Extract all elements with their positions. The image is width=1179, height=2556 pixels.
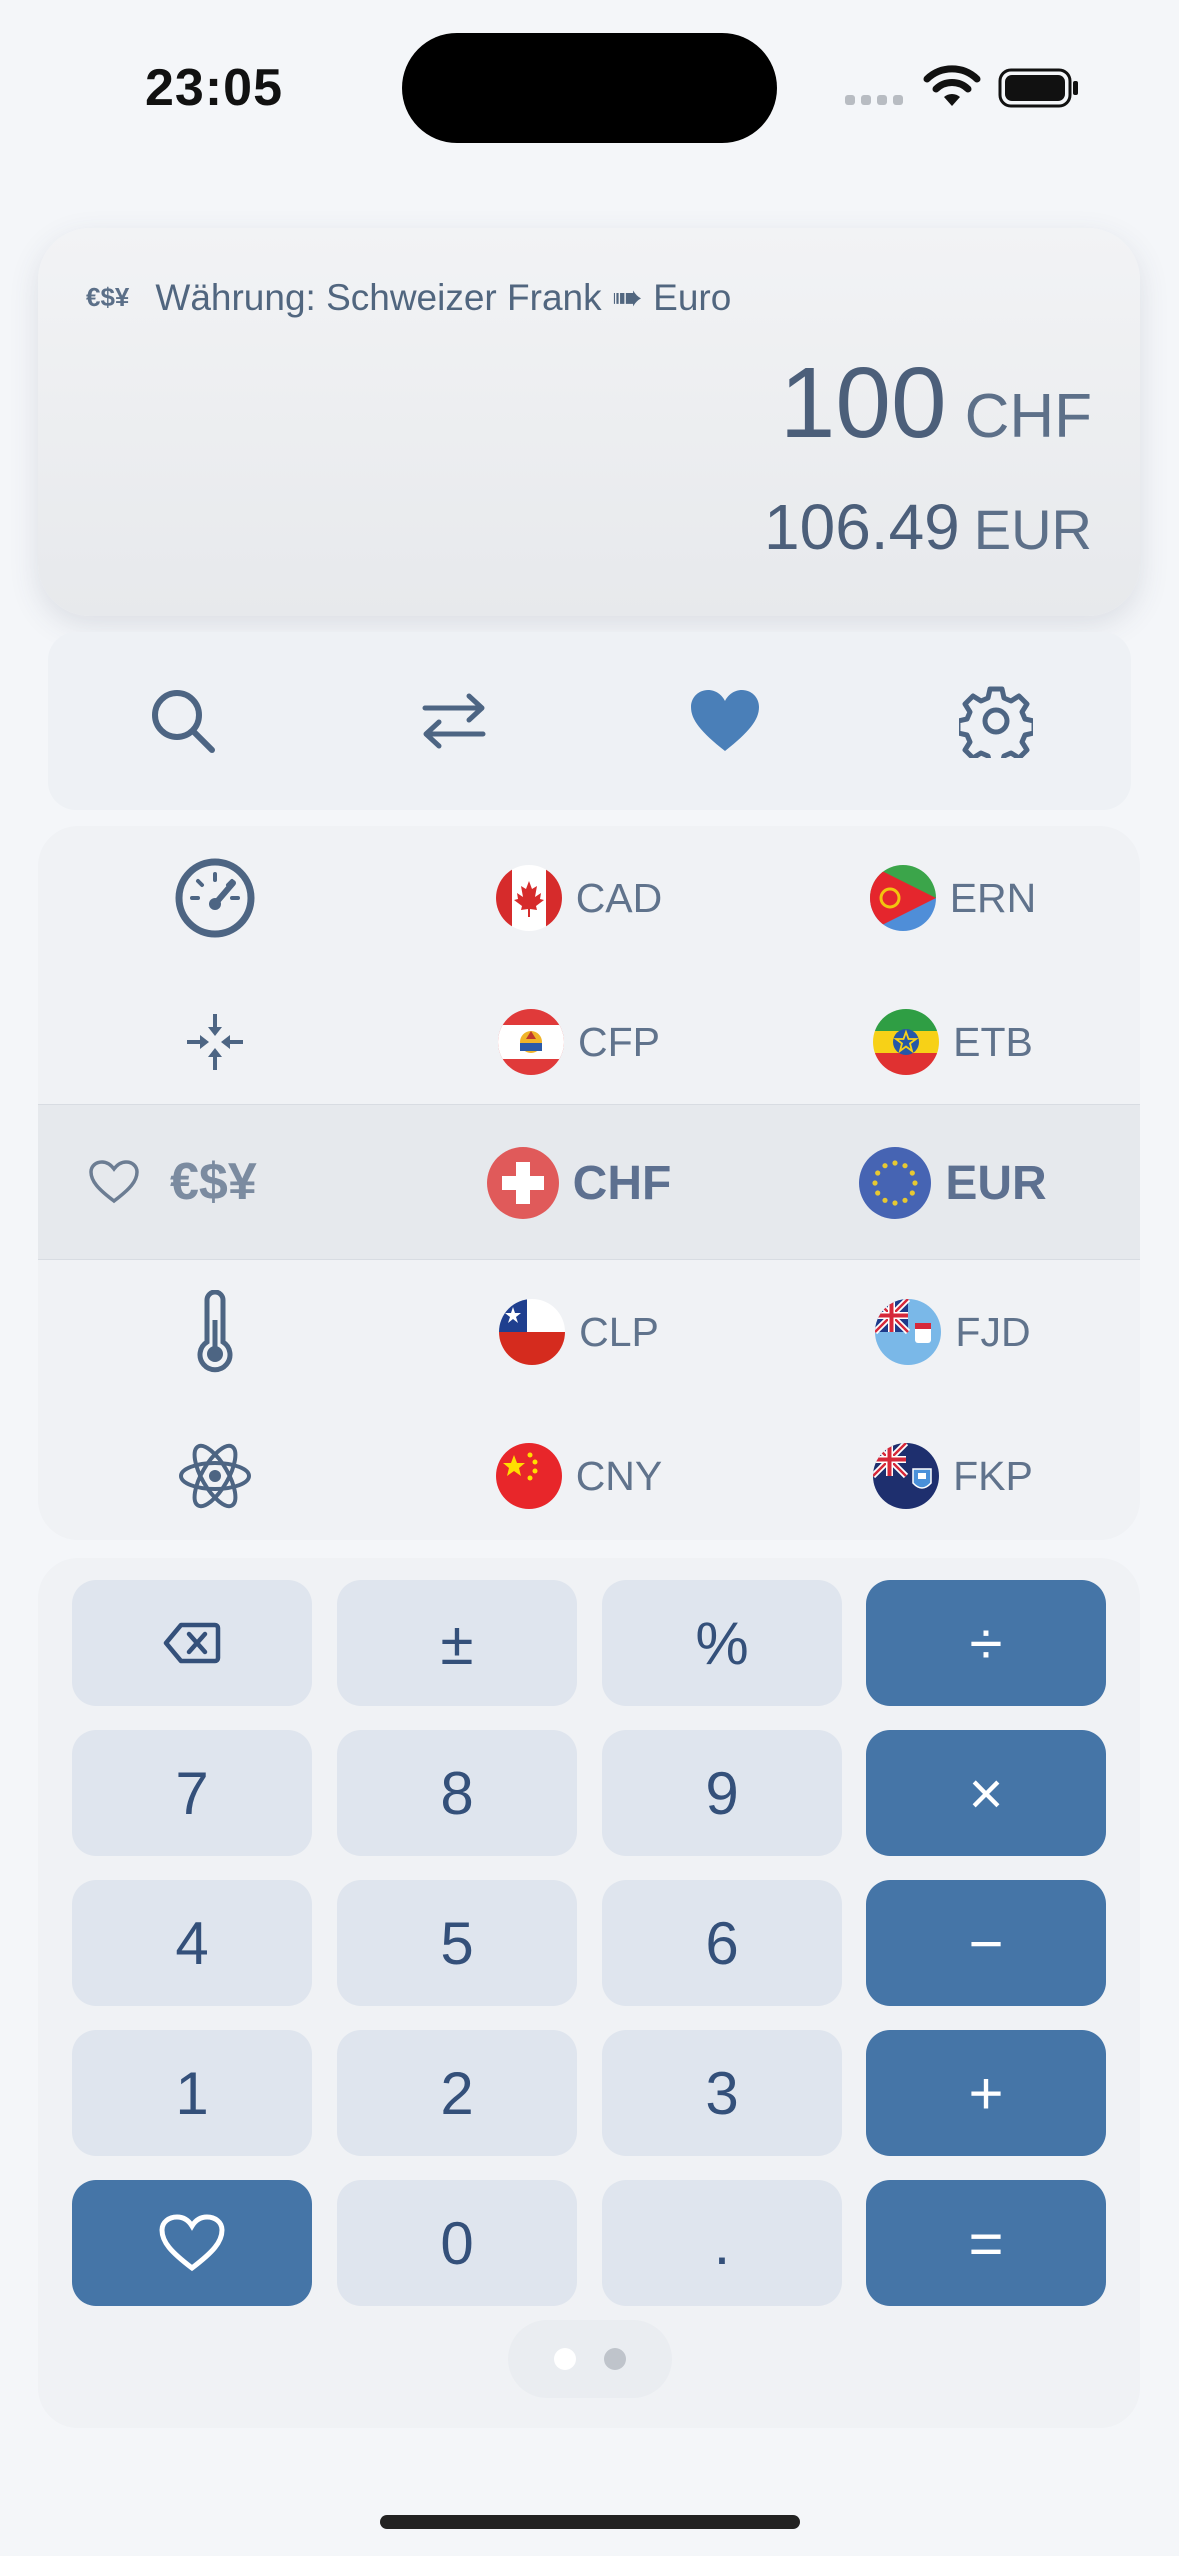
to-item-eur[interactable]: EUR [766,1116,1140,1250]
digit-6-key[interactable]: 6 [602,1880,842,2006]
to-item-fjd[interactable]: FJD [766,1260,1140,1404]
home-indicator[interactable] [380,2515,800,2529]
unit-picker: €$¥ CAD CFP CHF CLP CNY ERN ETB EUR FJD … [38,826,1140,1540]
plus-minus-key[interactable]: ± [337,1580,577,1706]
favorite-button[interactable] [680,676,770,766]
category-item-physics[interactable] [38,1404,392,1548]
from-item-cfp[interactable]: CFP [392,970,766,1114]
to-currency-column[interactable]: ERN ETB EUR FJD FKP [766,826,1140,1540]
digit-7-key[interactable]: 7 [72,1730,312,1856]
status-bar: 23:05 [0,0,1179,170]
currency-code-selected: CHF [572,1156,672,1210]
digit-5-key[interactable]: 5 [337,1880,577,2006]
digit-9-key[interactable]: 9 [602,1730,842,1856]
gauge-icon [175,858,255,938]
gear-icon [958,686,1033,758]
compress-arrows-icon [187,1014,243,1070]
eritrea-flag-icon [869,865,936,931]
cellular-signal-icon [845,95,905,109]
to-item-ern[interactable]: ERN [766,826,1140,970]
eu-flag-icon [859,1147,932,1219]
from-currency-column[interactable]: CAD CFP CHF CLP CNY [392,826,766,1540]
heart-outline-icon[interactable] [88,1159,140,1205]
battery-icon [998,68,1078,108]
input-amount: 100 CHF [780,346,1092,461]
swap-button[interactable] [409,676,499,766]
plus-key[interactable]: + [866,2030,1106,2156]
fiji-flag-icon [875,1299,942,1365]
currency-code: CNY [575,1452,663,1499]
china-flag-icon [495,1443,562,1509]
currency-code: ERN [949,874,1037,921]
from-item-cad[interactable]: CAD [392,826,766,970]
currency-code: CFP [578,1018,660,1065]
search-button[interactable] [138,676,228,766]
to-item-etb[interactable]: ETB [766,970,1140,1114]
category-item-compression[interactable] [38,970,392,1114]
currency-icon: €$¥ [86,282,130,312]
ethiopia-flag-icon [873,1009,940,1075]
digit-3-key[interactable]: 3 [602,2030,842,2156]
currency-code: FKP [953,1452,1033,1499]
conversion-display: €$¥ Währung: Schweizer Frank ➠ Euro 100 … [38,228,1140,616]
conversion-title: Währung: Schweizer Frank ➠ Euro [155,277,732,318]
swap-arrows-icon [422,693,486,749]
digit-1-key[interactable]: 1 [72,2030,312,2156]
falkland-flag-icon [873,1443,940,1509]
wifi-icon [923,65,981,106]
canada-flag-icon [495,865,562,931]
currency-code: CLP [579,1308,659,1355]
heart-outline-icon [159,2214,225,2272]
french-polynesia-flag-icon [498,1009,564,1075]
page-indicator[interactable] [508,2320,672,2398]
digit-4-key[interactable]: 4 [72,1880,312,2006]
currency-code: CAD [575,874,663,921]
divide-key[interactable]: ÷ [866,1580,1106,1706]
category-item-currency[interactable]: €$¥ [38,1104,392,1260]
heart-filled-icon [690,690,759,751]
percent-key[interactable]: % [602,1580,842,1706]
from-item-cny[interactable]: CNY [392,1404,766,1548]
toolbar [48,632,1131,810]
input-unit: CHF [964,382,1092,451]
search-icon [152,690,216,753]
thermometer-icon [197,1290,233,1373]
input-value: 100 [779,347,947,459]
favorite-key[interactable] [72,2180,312,2306]
from-item-chf[interactable]: CHF [392,1116,766,1250]
category-item-speed[interactable] [38,826,392,970]
category-item-temperature[interactable] [38,1260,392,1404]
chile-flag-icon [499,1299,566,1365]
page-dot-active[interactable] [554,2348,576,2370]
currency-code-selected: EUR [945,1156,1047,1210]
output-unit: EUR [973,498,1092,561]
backspace-key[interactable] [72,1580,312,1706]
multiply-key[interactable]: × [866,1730,1106,1856]
to-item-fkp[interactable]: FKP [766,1404,1140,1548]
page-dot[interactable] [604,2348,626,2370]
currency-code: ETB [953,1018,1033,1065]
dynamic-island [402,33,777,143]
output-value: 106.49 [764,491,960,563]
output-amount: 106.49 EUR [764,490,1092,564]
switzerland-flag-icon [486,1147,559,1219]
digit-2-key[interactable]: 2 [337,2030,577,2156]
equals-key[interactable]: = [866,2180,1106,2306]
currency-code: FJD [955,1308,1031,1355]
keypad: ± % ÷ 7 8 9 × 4 5 6 − 1 2 3 + 0 . = [38,1558,1140,2428]
digit-8-key[interactable]: 8 [337,1730,577,1856]
minus-key[interactable]: − [866,1880,1106,2006]
from-item-clp[interactable]: CLP [392,1260,766,1404]
backspace-icon [163,1622,221,1664]
status-time: 23:05 [145,59,283,117]
mode-header: €$¥ Währung: Schweizer Frank ➠ Euro [86,276,731,319]
atom-icon [179,1443,251,1509]
digit-0-key[interactable]: 0 [337,2180,577,2306]
decimal-key[interactable]: . [602,2180,842,2306]
currency-category-label: €$¥ [170,1153,257,1211]
settings-button[interactable] [951,676,1041,766]
